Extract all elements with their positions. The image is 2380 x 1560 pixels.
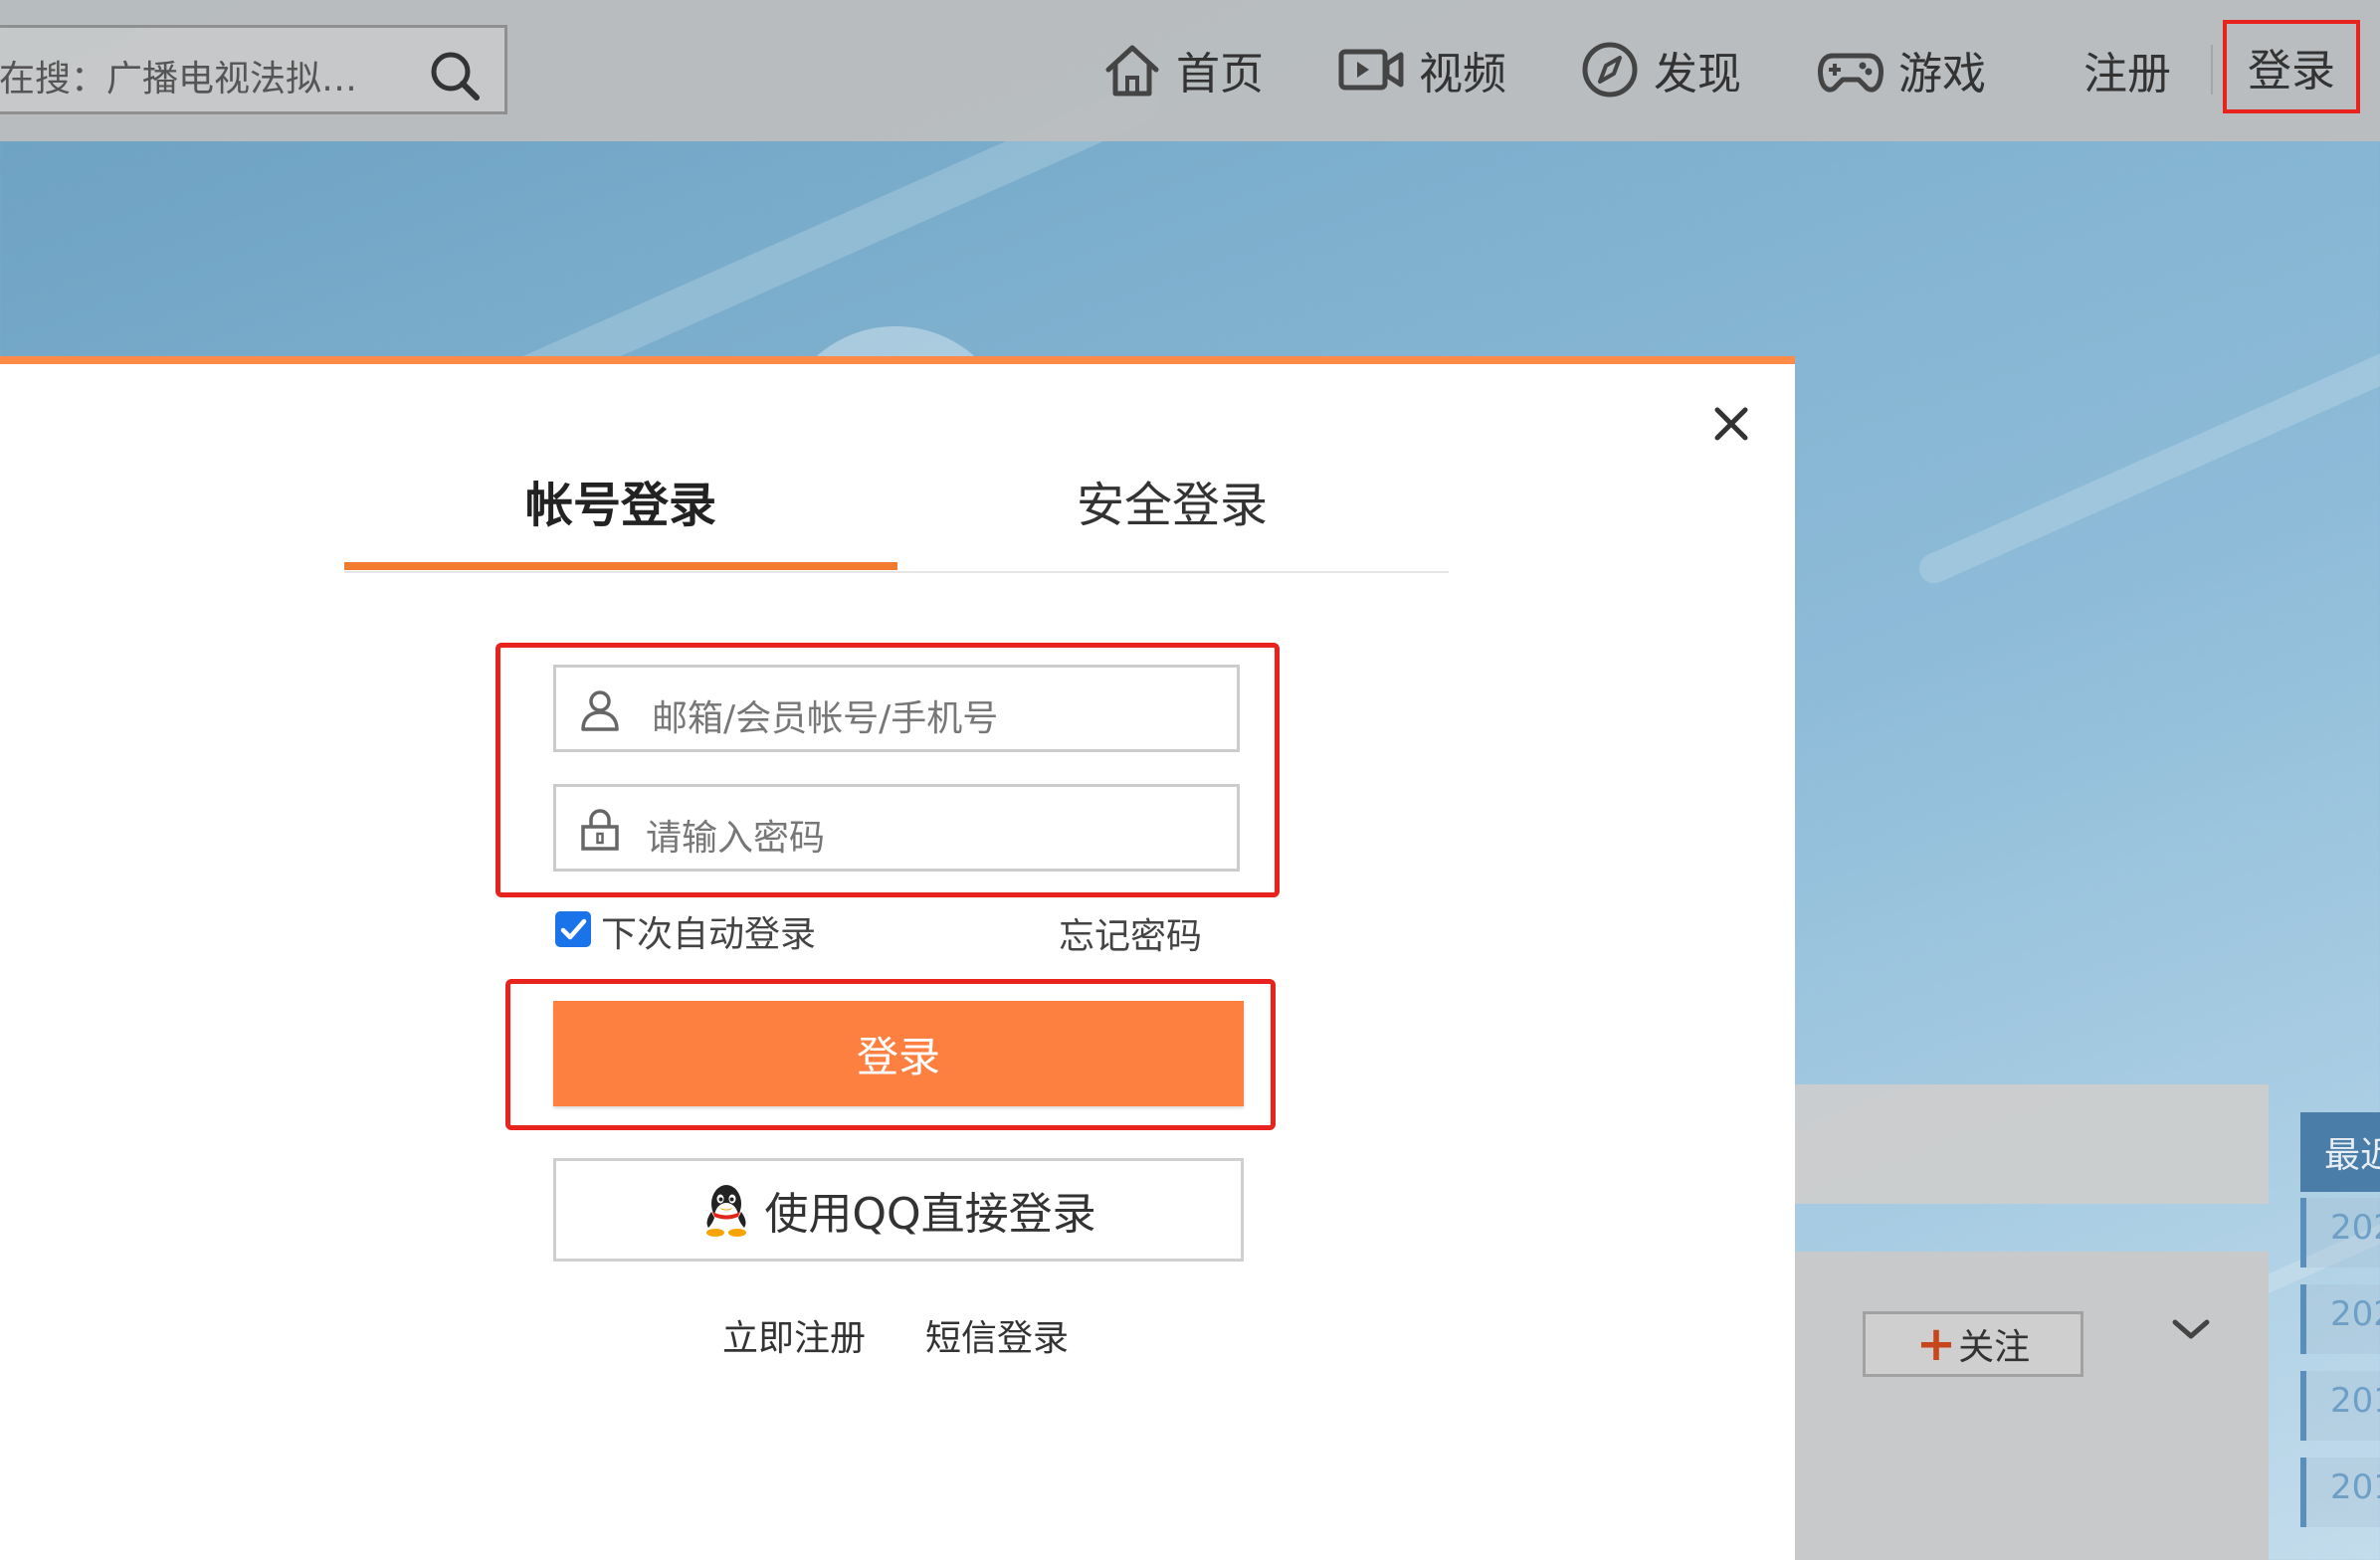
- year-item[interactable]: 201: [2300, 1458, 2380, 1527]
- tab-account-login[interactable]: 帐号登录: [525, 466, 716, 535]
- login-dialog: [0, 356, 1795, 1560]
- qq-penguin-icon: [706, 1185, 747, 1237]
- forgot-password-link[interactable]: 忘记密码: [1059, 907, 1202, 959]
- nav-home[interactable]: 首页: [1102, 30, 1264, 109]
- year-item[interactable]: 201: [2300, 1371, 2380, 1441]
- search-input[interactable]: 在搜：广播电视法拟规…: [0, 25, 507, 114]
- username-placeholder: 邮箱/会员帐号/手机号: [652, 698, 999, 739]
- nav-video-label: 视频: [1419, 49, 1506, 99]
- close-icon[interactable]: [1707, 400, 1755, 448]
- search-query-text: 在搜：广播电视法拟规…: [0, 59, 392, 99]
- follow-label: 关注: [1958, 1327, 2031, 1368]
- nav-games[interactable]: 游戏: [1817, 30, 1986, 109]
- lock-icon: [578, 807, 622, 851]
- background-panel: [1781, 1084, 2269, 1204]
- login-submit-button[interactable]: 登录: [553, 1001, 1244, 1106]
- video-icon: [1337, 40, 1405, 99]
- nav-divider: [2211, 45, 2213, 95]
- qq-login-button[interactable]: 使用QQ直接登录: [553, 1158, 1244, 1262]
- username-field[interactable]: 邮箱/会员帐号/手机号: [553, 665, 1240, 752]
- year-item[interactable]: 202: [2300, 1284, 2380, 1354]
- sms-login-link[interactable]: 短信登录: [925, 1309, 1069, 1361]
- nav-video[interactable]: 视频: [1337, 30, 1506, 109]
- auto-login-checkbox[interactable]: [555, 911, 591, 947]
- background-panel: [1781, 1252, 2269, 1560]
- background-decoration: [1914, 277, 2380, 589]
- top-navigation-bar: 在搜：广播电视法拟规… 首页 视频 发现 游戏 注册 登录: [0, 0, 2380, 141]
- tab-divider: [344, 571, 1449, 573]
- plus-icon: +: [1915, 1316, 1957, 1372]
- register-link[interactable]: 注册: [2083, 30, 2171, 109]
- nav-discover-label: 发现: [1654, 49, 1741, 99]
- gamepad-icon: [1817, 40, 1884, 99]
- register-now-link[interactable]: 立即注册: [722, 1309, 866, 1361]
- search-icon[interactable]: [427, 48, 483, 103]
- qq-login-label: 使用QQ直接登录: [764, 1189, 1096, 1240]
- follow-button[interactable]: + 关注: [1863, 1311, 2083, 1377]
- check-icon: [560, 918, 587, 940]
- chevron-down-icon[interactable]: [2169, 1308, 2213, 1352]
- active-tab-indicator: [344, 562, 897, 570]
- login-link[interactable]: 登录: [2223, 20, 2360, 113]
- nav-home-label: 首页: [1176, 49, 1264, 99]
- year-item[interactable]: 202: [2300, 1198, 2380, 1268]
- compass-icon: [1580, 40, 1640, 99]
- nav-discover[interactable]: 发现: [1580, 30, 1741, 109]
- auto-login-label[interactable]: 下次自动登录: [601, 905, 816, 957]
- home-icon: [1102, 40, 1162, 99]
- recent-tab[interactable]: 最近: [2300, 1112, 2380, 1192]
- user-icon: [578, 687, 622, 731]
- register-label: 注册: [2083, 49, 2171, 99]
- password-field[interactable]: 请输入密码: [553, 784, 1240, 872]
- tab-secure-login[interactable]: 安全登录: [1077, 466, 1268, 535]
- nav-games-label: 游戏: [1898, 49, 1986, 99]
- password-placeholder: 请输入密码: [646, 818, 826, 859]
